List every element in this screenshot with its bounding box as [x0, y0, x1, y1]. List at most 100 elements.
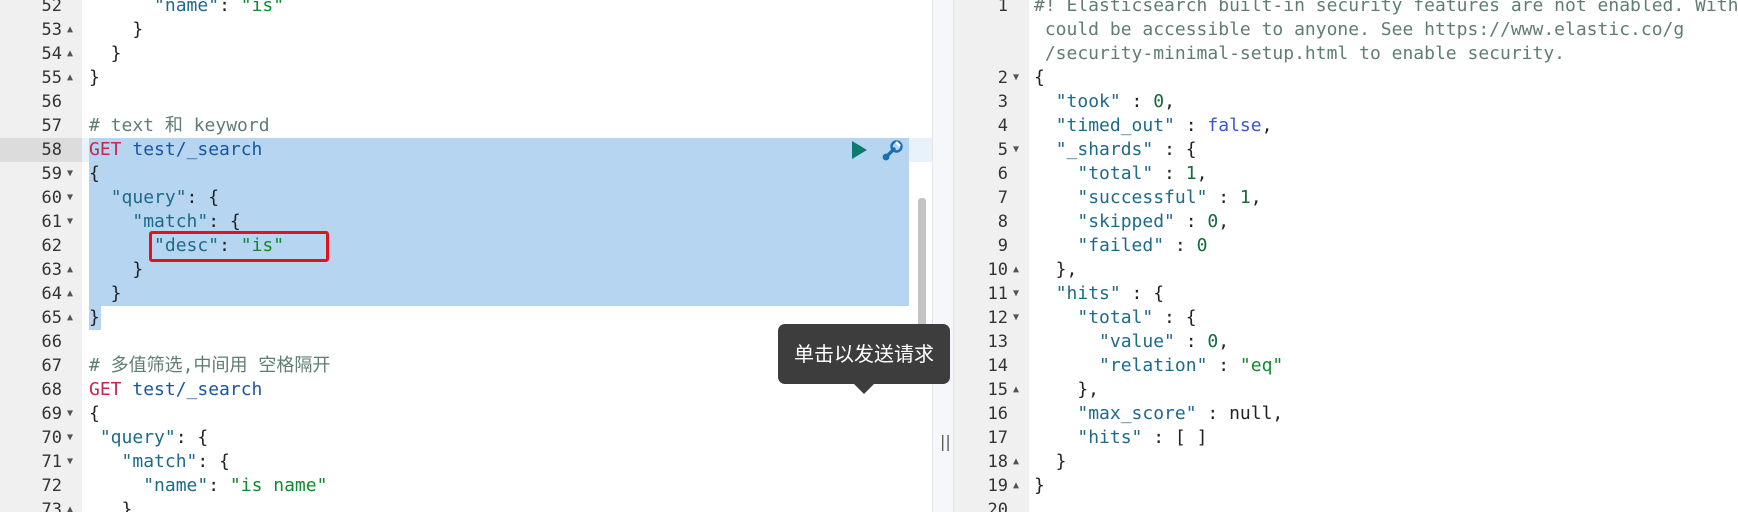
line-number: 72 [41, 476, 62, 496]
code-line[interactable]: 16 "max_score" : null, [954, 402, 1738, 426]
fold-close-icon[interactable]: ▲ [67, 42, 73, 66]
fold-open-icon[interactable]: ▼ [1013, 306, 1019, 330]
fold-close-icon[interactable]: ▲ [1013, 474, 1019, 498]
code-token: "total" [1077, 307, 1154, 328]
code-line[interactable]: 73 ▲ } [0, 498, 932, 512]
line-code: } [1034, 474, 1045, 498]
fold-open-icon[interactable]: ▼ [1013, 282, 1019, 306]
code-line[interactable]: 60 ▼ "query": { [0, 186, 932, 210]
code-line[interactable]: 19 ▲} [954, 474, 1738, 498]
code-token: : [208, 475, 230, 496]
code-token: "name" [143, 475, 209, 496]
highlight-box-desc-field [149, 231, 329, 262]
fold-open-icon[interactable]: ▼ [67, 186, 73, 210]
code-line[interactable]: 9 "failed" : 0 [954, 234, 1738, 258]
code-token: : { [175, 427, 209, 448]
fold-open-icon[interactable]: ▼ [67, 426, 73, 450]
code-line[interactable]: 52 "name": "is" [0, 0, 932, 18]
line-code: "relation" : "eq" [1034, 354, 1283, 378]
code-line[interactable]: 61 ▼ "match": { [0, 210, 932, 234]
line-code: "hits" : { [1034, 282, 1164, 306]
fold-close-icon[interactable]: ▲ [67, 282, 73, 306]
code-line[interactable]: 57 # text 和 keyword [0, 114, 932, 138]
line-code: "successful" : 1, [1034, 186, 1261, 210]
code-token: GET [89, 139, 122, 160]
code-line[interactable]: 71 ▼ "match": { [0, 450, 932, 474]
fold-close-icon[interactable]: ▲ [67, 66, 73, 90]
code-line[interactable]: 14 "relation" : "eq" [954, 354, 1738, 378]
code-line[interactable]: 54 ▲ } [0, 42, 932, 66]
code-line[interactable]: 62 "desc": "is" [0, 234, 932, 258]
code-line[interactable]: 13 "value" : 0, [954, 330, 1738, 354]
code-line[interactable]: 63 ▲ } [0, 258, 932, 282]
code-line[interactable]: 56 [0, 90, 932, 114]
code-line[interactable]: 72 "name": "is name" [0, 474, 932, 498]
fold-open-icon[interactable]: ▼ [1013, 66, 1019, 90]
code-line[interactable]: 7 "successful" : 1, [954, 186, 1738, 210]
code-line[interactable]: 17 "hits" : [ ] [954, 426, 1738, 450]
fold-open-icon[interactable]: ▼ [67, 402, 73, 426]
code-line[interactable]: 53 ▲ } [0, 18, 932, 42]
code-line[interactable]: 20 [954, 498, 1738, 512]
fold-close-icon[interactable]: ▲ [67, 498, 73, 512]
fold-close-icon[interactable]: ▲ [67, 18, 73, 42]
fold-open-icon[interactable]: ▼ [67, 450, 73, 474]
code-line[interactable]: 6 "total" : 1, [954, 162, 1738, 186]
code-line[interactable]: 18 ▲ } [954, 450, 1738, 474]
code-line[interactable]: 10 ▲ }, [954, 258, 1738, 282]
code-token: "failed" [1077, 235, 1165, 256]
line-number: 5 [997, 140, 1008, 160]
code-line[interactable]: 70 ▼ "query": { [0, 426, 932, 450]
line-number: 52 [41, 0, 62, 16]
line-number: 63 [41, 260, 62, 280]
code-line[interactable]: could be accessible to anyone. See https… [954, 18, 1738, 42]
code-token: : { [1120, 283, 1165, 304]
code-line[interactable]: 1 #! Elasticsearch built-in security feat… [954, 0, 1738, 18]
code-token: : { [186, 187, 220, 208]
code-line[interactable]: 8 "skipped" : 0, [954, 210, 1738, 234]
editor-scrollbar[interactable] [918, 198, 926, 334]
play-icon[interactable] [852, 141, 867, 159]
code-token: : { [1153, 307, 1197, 328]
line-code: could be accessible to anyone. See https… [1034, 18, 1684, 42]
code-line[interactable]: 64 ▲ } [0, 282, 932, 306]
wrench-icon[interactable] [879, 138, 905, 164]
code-token: , [1164, 91, 1175, 112]
code-line[interactable]: 12 ▼ "total" : { [954, 306, 1738, 330]
resize-handle-icon[interactable]: || [940, 432, 951, 451]
code-line[interactable]: 69 ▼ { [0, 402, 932, 426]
line-code: "match": { [89, 450, 230, 474]
code-line[interactable]: 59 ▼ { [0, 162, 932, 186]
code-token: : [1120, 91, 1154, 112]
code-line[interactable]: 2 ▼ { [954, 66, 1738, 90]
fold-open-icon[interactable]: ▼ [67, 162, 73, 186]
line-code: GET test/_search [89, 138, 262, 162]
line-code: #! Elasticsearch built-in security featu… [1034, 0, 1738, 18]
request-editor[interactable]: 52 "name": "is" 53 ▲ } 54 ▲ } 55 ▲} 56 57 # text … [0, 0, 932, 512]
fold-close-icon[interactable]: ▲ [1013, 258, 1019, 282]
fold-open-icon[interactable]: ▼ [67, 210, 73, 234]
code-line[interactable]: 11 ▼ "hits" : { [954, 282, 1738, 306]
line-code: { [89, 402, 100, 426]
fold-close-icon[interactable]: ▲ [67, 306, 73, 330]
fold-open-icon[interactable]: ▼ [1013, 138, 1019, 162]
code-token: 1 [1239, 187, 1251, 208]
code-token: 0 [1153, 91, 1165, 112]
code-line[interactable]: 4 "timed_out" : false, [954, 114, 1738, 138]
code-line[interactable]: 55 ▲} [0, 66, 932, 90]
code-token: } [1034, 451, 1067, 472]
line-number: 57 [41, 116, 62, 136]
line-code: "max_score" : null, [1034, 402, 1283, 426]
fold-close-icon[interactable]: ▲ [1013, 378, 1019, 402]
code-line[interactable]: 58 GET test/_search [0, 138, 932, 162]
code-line[interactable]: 5 ▼ "_shards" : { [954, 138, 1738, 162]
line-code: "took" : 0, [1034, 90, 1175, 114]
code-line[interactable]: /security-minimal-setup.html to enable s… [954, 42, 1738, 66]
fold-close-icon[interactable]: ▲ [1013, 450, 1019, 474]
code-line[interactable]: 3 "took" : 0, [954, 90, 1738, 114]
fold-close-icon[interactable]: ▲ [67, 258, 73, 282]
code-line[interactable]: 15 ▲ }, [954, 378, 1738, 402]
line-number: 9 [997, 236, 1008, 256]
line-number: 59 [41, 164, 62, 184]
